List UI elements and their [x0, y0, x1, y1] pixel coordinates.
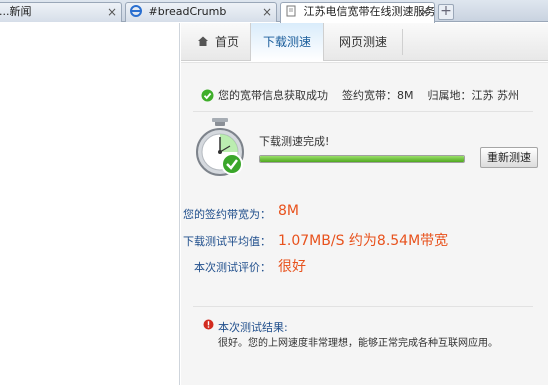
nav-web-test[interactable]: 网页测速	[326, 23, 400, 61]
location-value: 江苏 苏州	[471, 89, 520, 102]
check-icon	[201, 89, 214, 102]
nav-download-test[interactable]: 下载测速	[250, 23, 324, 61]
tab-speedtest[interactable]: 江苏电信宽带在线测速服务... ×	[280, 2, 435, 23]
average-label: 下载测试平均值：	[183, 235, 271, 248]
tab-label: 江苏电信宽带在线测速服务...	[303, 5, 435, 18]
result-title: 本次测试结果:	[218, 321, 288, 334]
home-icon	[197, 36, 208, 46]
new-tab-button[interactable]: +	[438, 4, 454, 20]
tab-label: ...新闻	[0, 5, 32, 18]
average-value: 1.07MB/S 约为8.54M带宽	[278, 233, 449, 249]
nav-home[interactable]: 首页	[189, 23, 247, 61]
location-label: 归属地：	[427, 89, 472, 102]
left-pane	[0, 23, 180, 385]
alert-icon	[203, 319, 214, 330]
test-panel: 您的宽带信息获取成功 签约宽带：8M 归属地：江苏 苏州 下载测速完成! 重新测速 …	[181, 62, 548, 385]
broadband-info-row: 您的宽带信息获取成功 签约宽带：8M 归属地：江苏 苏州	[201, 87, 519, 103]
nav-download-label: 下载测速	[262, 35, 311, 49]
result-text: 很好。您的上网速度非常理想，能够正常完成各种互联网应用。	[218, 338, 498, 349]
retest-button[interactable]: 重新测速	[480, 147, 538, 168]
progress-fill	[260, 156, 464, 162]
test-done-text: 下载测速完成!	[259, 135, 330, 148]
rating-value: 很好	[278, 259, 306, 275]
speedtest-page: 首页 下载测速 网页测速 您的宽带信息获取成功 签约宽带：8M 归属地：江苏 苏州	[181, 23, 548, 385]
progress-bar	[259, 155, 465, 163]
close-icon[interactable]: ×	[262, 3, 272, 21]
nav-home-label: 首页	[214, 35, 239, 49]
tab-breadcrumb[interactable]: #breadCrumb ×	[125, 2, 277, 22]
ie-icon	[130, 5, 142, 17]
close-icon[interactable]: ×	[420, 3, 430, 21]
tab-label: #breadCrumb	[148, 5, 227, 18]
browser-tab-strip: ...新闻 × #breadCrumb × 江苏电信宽带在线测速服务... × …	[0, 0, 548, 23]
contract-value: 8M	[397, 89, 414, 102]
nav-web-label: 网页测速	[338, 35, 387, 49]
nav-bar: 首页 下载测速 网页测速	[181, 23, 548, 61]
contract-label: 签约宽带：	[342, 89, 397, 102]
close-icon[interactable]: ×	[107, 3, 117, 21]
stopwatch-icon	[196, 118, 244, 176]
nav-divider	[402, 29, 403, 55]
tab-news[interactable]: ...新闻 ×	[0, 2, 122, 22]
contract-bandwidth-label: 您的签约带宽为：	[183, 208, 271, 221]
divider	[193, 111, 533, 112]
rating-label: 本次测试评价：	[194, 261, 271, 274]
divider	[193, 306, 533, 307]
contract-bandwidth-value: 8M	[278, 203, 299, 219]
info-status: 您的宽带信息获取成功	[218, 89, 328, 102]
page-icon	[286, 5, 296, 17]
